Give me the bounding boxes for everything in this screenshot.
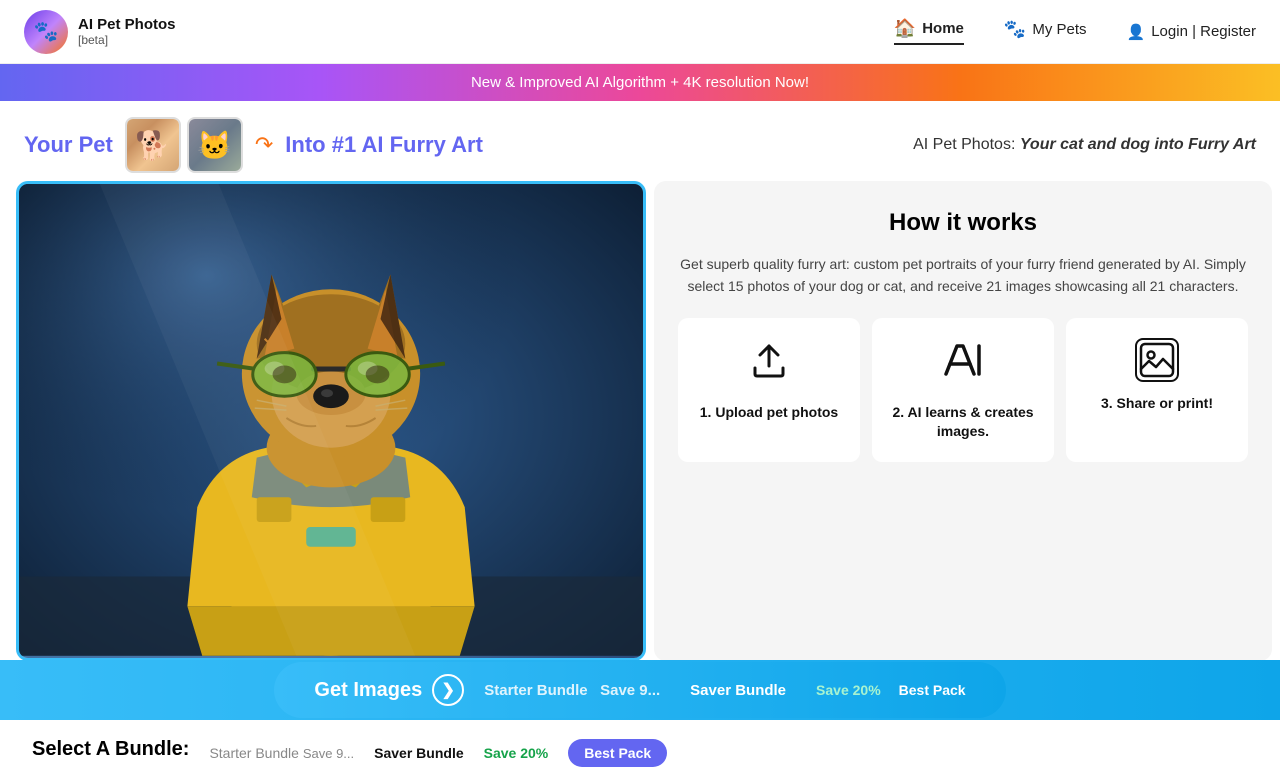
- user-icon: 👤: [1127, 23, 1146, 41]
- pet-image-container: [16, 181, 646, 661]
- into-label: Into #1 AI Furry Art: [285, 132, 483, 158]
- share-icon: [1135, 338, 1179, 382]
- step-share: 3. Share or print!: [1066, 318, 1248, 462]
- get-images-label: Get Images: [314, 679, 422, 702]
- logo-title: AI Pet Photos: [78, 16, 176, 33]
- main-nav: 🏠 Home 🐾 My Pets 👤 Login | Register: [894, 18, 1256, 45]
- bundle-title: Select A Bundle:: [32, 738, 189, 761]
- step-share-label: 3. Share or print!: [1101, 394, 1213, 414]
- step-ai: 2. AI learns & creates images.: [872, 318, 1054, 462]
- logo-area[interactable]: 🐾 AI Pet Photos [beta]: [24, 10, 176, 54]
- your-pet-label: Your Pet: [24, 132, 113, 158]
- login-label: Login | Register: [1151, 23, 1256, 40]
- nav-my-pets-label: My Pets: [1032, 21, 1086, 38]
- logo-beta: [beta]: [78, 33, 176, 47]
- starter-bundle-tab[interactable]: Starter Bundle Save 9...: [209, 745, 354, 761]
- how-it-works-panel: How it works Get superb quality furry ar…: [654, 181, 1272, 661]
- starter-save-badge: Save 9...: [303, 746, 354, 761]
- arrow-icon: ↷: [255, 132, 273, 158]
- step-upload: 1. Upload pet photos: [678, 318, 860, 462]
- hero-right-title: AI Pet Photos:: [913, 136, 1015, 153]
- home-icon: 🏠: [894, 18, 916, 39]
- nav-home[interactable]: 🏠 Home: [894, 18, 964, 45]
- pet-thumbnails: 🐕 🐱: [125, 117, 243, 173]
- logo-icon: 🐾: [24, 10, 68, 54]
- bundle-tabs-row: Starter Bundle Save 9... Saver Bundle Sa…: [209, 731, 667, 775]
- banner-text: New & Improved AI Algorithm + 4K resolut…: [471, 74, 809, 91]
- pet-image-bg: [19, 184, 643, 658]
- hero-row: Your Pet 🐕 🐱 ↷ Into #1 AI Furry Art AI P…: [0, 101, 1280, 181]
- ai-icon: [941, 338, 985, 391]
- hero-right: AI Pet Photos: Your cat and dog into Fur…: [913, 136, 1256, 154]
- save-20-cta: Save 20%: [816, 682, 881, 698]
- cat-thumb-img: 🐱: [189, 119, 241, 171]
- cat-thumbnail: 🐱: [187, 117, 243, 173]
- dog-thumbnail: 🐕: [125, 117, 181, 173]
- step-upload-label: 1. Upload pet photos: [700, 403, 838, 423]
- bundle-section: Select A Bundle: Starter Bundle Save 9..…: [0, 717, 1280, 775]
- best-pack-tab[interactable]: Best Pack: [568, 739, 667, 767]
- dog-art-svg: [19, 181, 643, 658]
- main-content: How it works Get superb quality furry ar…: [0, 181, 1280, 717]
- upload-icon: [747, 338, 791, 391]
- saver-bundle-tab[interactable]: Saver Bundle: [374, 745, 463, 761]
- starter-bundle-cta: Starter Bundle Save 9...: [484, 682, 660, 699]
- logo-text: AI Pet Photos [beta]: [78, 16, 176, 47]
- pets-icon: 🐾: [1004, 19, 1026, 40]
- how-it-works-title: How it works: [678, 209, 1248, 237]
- cta-bar: Get Images ❯ Starter Bundle Save 9... Sa…: [0, 660, 1280, 720]
- how-it-works-description: Get superb quality furry art: custom pet…: [678, 253, 1248, 298]
- best-pack-cta: Best Pack: [899, 682, 966, 698]
- save-20-badge: Save 20%: [484, 745, 549, 761]
- step-ai-label: 2. AI learns & creates images.: [884, 403, 1042, 442]
- steps-container: 1. Upload pet photos 2. AI learns & crea…: [678, 318, 1248, 462]
- get-images-button[interactable]: Get Images ❯ Starter Bundle Save 9... Sa…: [274, 662, 1005, 718]
- promo-banner: New & Improved AI Algorithm + 4K resolut…: [0, 64, 1280, 101]
- header: 🐾 AI Pet Photos [beta] 🏠 Home 🐾 My Pets …: [0, 0, 1280, 64]
- login-button[interactable]: 👤 Login | Register: [1127, 23, 1256, 41]
- nav-home-label: Home: [922, 20, 964, 37]
- cta-arrow-icon: ❯: [432, 674, 464, 706]
- nav-my-pets[interactable]: 🐾 My Pets: [1004, 19, 1087, 44]
- saver-bundle-cta: Saver Bundle: [690, 682, 786, 699]
- hero-right-subtitle: Your cat and dog into Furry Art: [1020, 136, 1256, 153]
- dog-thumb-img: 🐕: [127, 119, 179, 171]
